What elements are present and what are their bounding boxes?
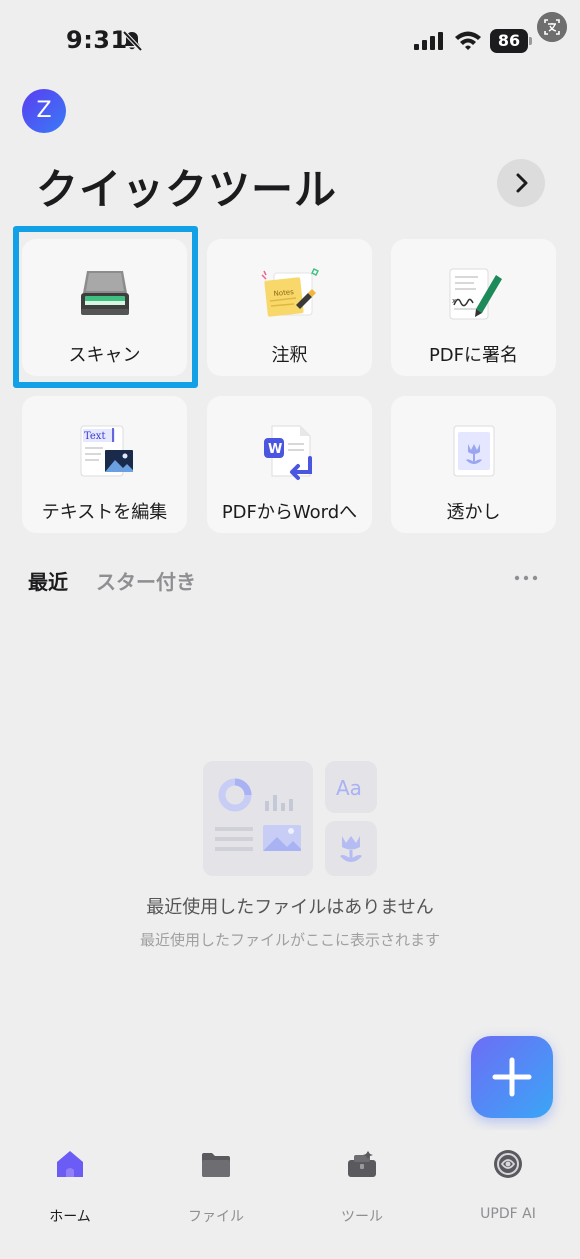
tool-label: PDFからWordへ xyxy=(221,502,358,523)
tool-edit-text[interactable]: Text テキストを編集 xyxy=(22,396,187,533)
nav-tools[interactable]: ツール xyxy=(302,1148,422,1225)
status-bar: 9:31 86 xyxy=(0,0,580,80)
nav-label: ファイル xyxy=(188,1209,244,1225)
wifi-icon xyxy=(455,31,481,50)
nav-home[interactable]: ホーム xyxy=(10,1148,130,1225)
quick-tools-more-button[interactable] xyxy=(497,159,545,207)
chevron-right-icon xyxy=(516,173,528,193)
ai-icon xyxy=(494,1150,522,1178)
avatar[interactable]: Z xyxy=(22,89,66,133)
tool-label: PDFに署名 xyxy=(428,345,519,366)
battery-indicator: 86 xyxy=(490,29,532,53)
empty-state-illustration: Aa xyxy=(203,761,377,876)
cellular-signal-icon xyxy=(414,32,443,50)
folder-icon xyxy=(202,1153,230,1177)
empty-state-subtitle: 最近使用したファイルがここに表示されます xyxy=(139,931,440,949)
tool-label: 注釈 xyxy=(271,345,308,366)
tool-label: テキストを編集 xyxy=(41,502,168,523)
plus-icon xyxy=(492,1057,532,1097)
svg-text:W: W xyxy=(268,442,282,457)
tab-starred[interactable]: スター付き xyxy=(96,566,196,595)
more-options-icon[interactable] xyxy=(513,573,539,583)
page-title: クイックツール xyxy=(36,165,338,214)
empty-state-aa-text: Aa xyxy=(336,776,362,800)
nav-label: UPDF AI xyxy=(480,1206,536,1222)
selection-highlight xyxy=(13,226,198,388)
signature-pen-icon: x xyxy=(449,268,502,320)
tool-sign-pdf[interactable]: x PDFに署名 xyxy=(391,239,556,376)
nav-updf-ai[interactable]: UPDF AI xyxy=(448,1148,568,1222)
pdf-to-word-icon: W xyxy=(263,425,312,480)
bottom-nav: ホーム ファイル ツール UPDF AI xyxy=(0,1130,580,1259)
tool-label: 透かし xyxy=(446,502,501,523)
status-time: 9:31 xyxy=(66,26,128,54)
translate-icon[interactable] xyxy=(537,12,567,42)
tool-annotate[interactable]: Notes 注釈 xyxy=(207,239,372,376)
edit-text-icon: Text xyxy=(80,425,133,477)
tab-recent[interactable]: 最近 xyxy=(28,566,68,595)
watermark-icon xyxy=(453,425,494,477)
svg-text:Text: Text xyxy=(84,431,105,442)
empty-state-title: 最近使用したファイルはありません xyxy=(146,897,434,918)
svg-text:x: x xyxy=(452,297,456,305)
nav-label: ツール xyxy=(341,1209,383,1225)
nav-files[interactable]: ファイル xyxy=(156,1148,276,1225)
battery-tip xyxy=(529,37,532,45)
nav-label: ホーム xyxy=(49,1209,91,1225)
tool-pdf-to-word[interactable]: W PDFからWordへ xyxy=(207,396,372,533)
toolbox-icon xyxy=(348,1151,376,1177)
bell-slash-icon xyxy=(122,30,143,52)
add-button[interactable] xyxy=(471,1036,553,1118)
home-icon xyxy=(57,1151,83,1177)
sticky-note-icon: Notes xyxy=(260,268,319,317)
tool-watermark[interactable]: 透かし xyxy=(391,396,556,533)
battery-level: 86 xyxy=(490,29,528,53)
